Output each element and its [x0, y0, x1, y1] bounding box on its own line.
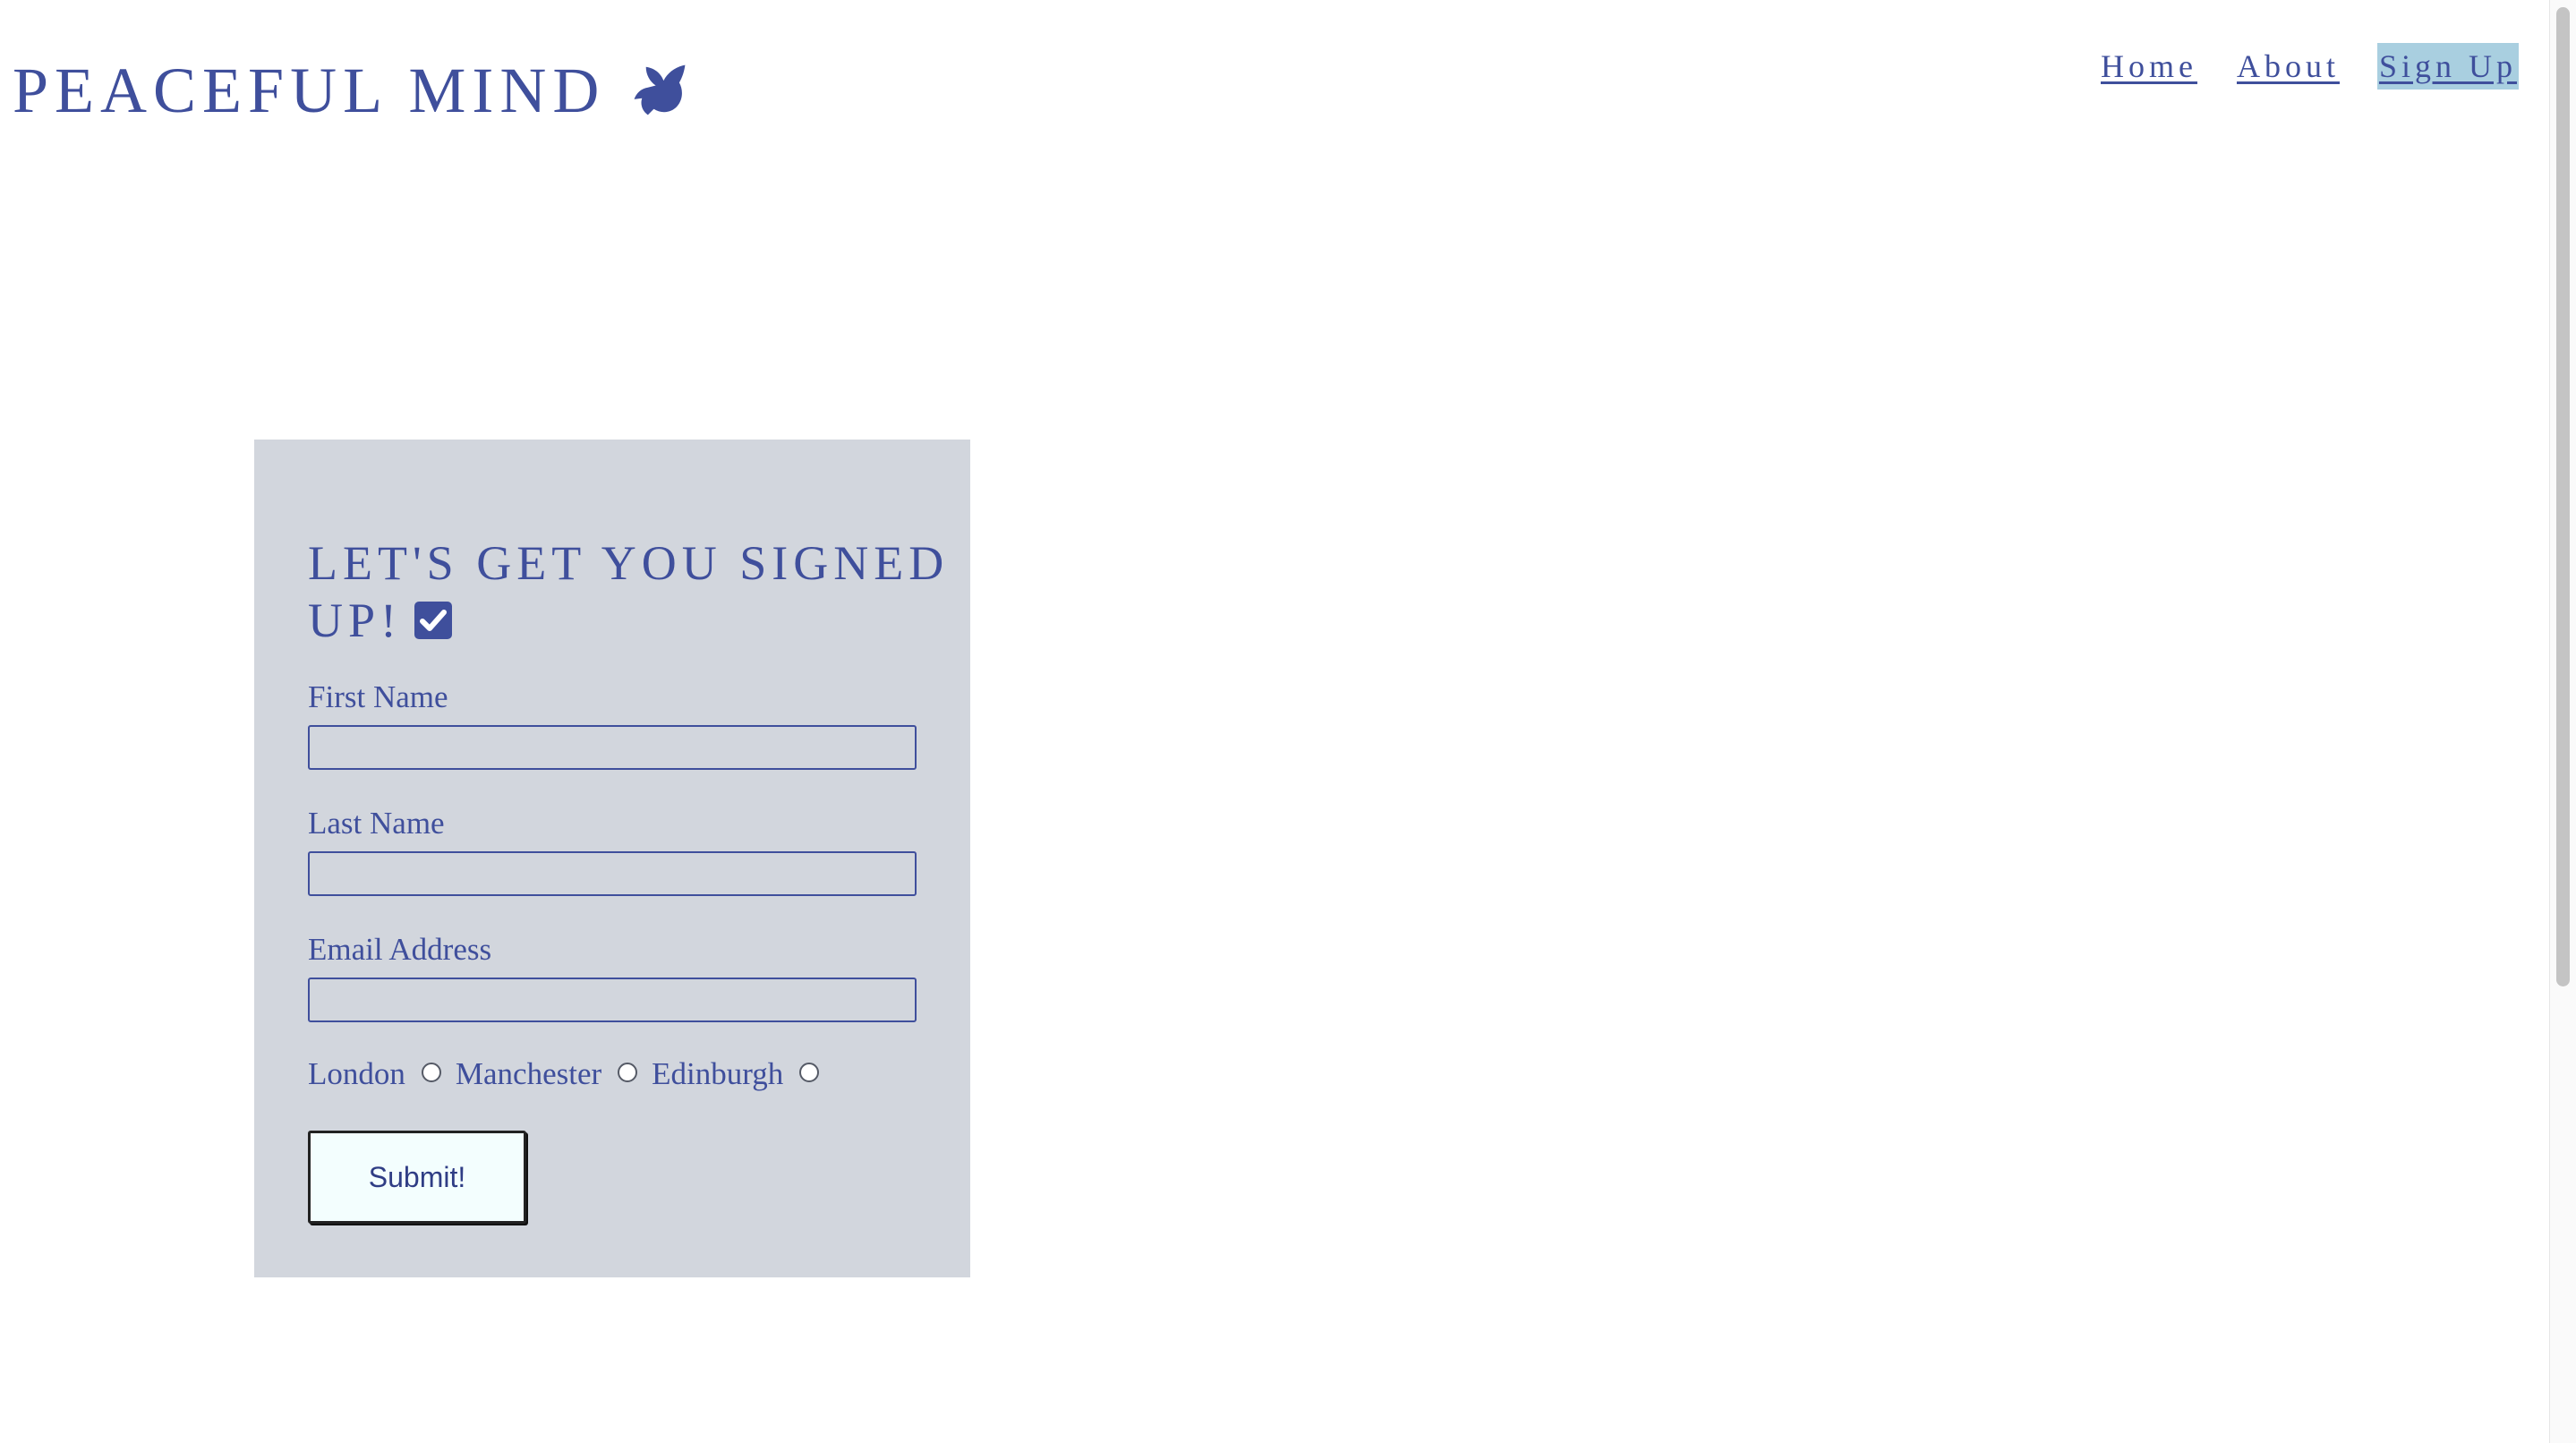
last-name-label: Last Name	[308, 806, 445, 841]
first-name-label: First Name	[308, 679, 448, 714]
email-label: Email Address	[308, 932, 492, 967]
nav-home-link[interactable]: Home	[2099, 43, 2199, 90]
email-input[interactable]	[308, 978, 917, 1022]
edinburgh-radio[interactable]	[799, 1063, 820, 1082]
submit-button[interactable]: Submit!	[308, 1131, 526, 1224]
first-name-input[interactable]	[308, 725, 917, 770]
check-square-icon	[414, 602, 453, 639]
nav-signup-link[interactable]: Sign Up	[2376, 43, 2519, 90]
location-radio-group: London Manchester Edinburgh	[308, 1054, 833, 1094]
last-name-input[interactable]	[308, 851, 917, 896]
london-label: London	[308, 1056, 405, 1091]
nav-about-link[interactable]: About	[2235, 43, 2341, 90]
form-title-text: LET'S GET YOU SIGNED UP!	[308, 536, 950, 647]
page-scrollbar[interactable]	[2549, 0, 2576, 1443]
signup-form-card: LET'S GET YOU SIGNED UP! First Name Last…	[254, 440, 970, 1277]
form-title: LET'S GET YOU SIGNED UP!	[308, 534, 952, 649]
manchester-radio[interactable]	[618, 1063, 638, 1082]
edinburgh-label: Edinburgh	[652, 1056, 784, 1091]
dove-icon	[634, 64, 686, 115]
site-logo[interactable]: PEACEFUL MIND	[13, 50, 691, 131]
scrollbar-thumb[interactable]	[2556, 7, 2570, 986]
london-radio[interactable]	[421, 1063, 441, 1082]
manchester-label: Manchester	[455, 1056, 602, 1091]
logo-text: PEACEFUL MIND	[13, 55, 606, 126]
main-nav: Home About Sign Up	[2063, 43, 2519, 90]
